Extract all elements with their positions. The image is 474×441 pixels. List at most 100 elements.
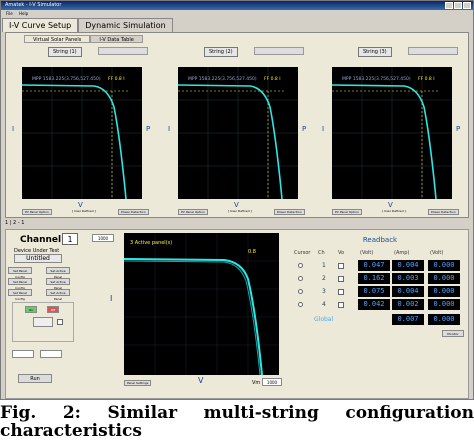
- voltage-readout-2: 0.000: [428, 299, 460, 310]
- dut-field[interactable]: Untitled: [14, 254, 62, 263]
- voltage-readout: 0.075: [358, 286, 390, 297]
- minimize-button[interactable]: [445, 2, 453, 9]
- channel-area: Channel 1 Device Under Test Untitled Set…: [5, 229, 469, 399]
- active-panels-label: 3 Active panel(s): [130, 240, 172, 246]
- global-label: Global: [314, 316, 334, 323]
- current-axis-label: I: [168, 125, 171, 133]
- user-defined-label: [ User Defined ]: [228, 209, 252, 213]
- header-cursor: Cursor: [294, 250, 311, 256]
- scale-field[interactable]: 1000: [92, 234, 114, 242]
- caption-word: configuration: [345, 403, 474, 423]
- lower-current-axis-label: I: [110, 294, 113, 303]
- caption-word: multi-string: [203, 403, 319, 423]
- power-detection-button[interactable]: Power Detection: [274, 209, 305, 215]
- voltage-readout-2: 0.000: [428, 273, 460, 284]
- string-controls[interactable]: [408, 47, 458, 55]
- combined-iv-plot: 3 Active panel(s) 0.8: [123, 233, 279, 376]
- set-panel-config-button[interactable]: Set Panel Config: [8, 267, 32, 279]
- pv-panel-option-button[interactable]: PV Panel Option: [332, 209, 362, 215]
- run-button[interactable]: Run: [18, 374, 52, 383]
- panel-pager[interactable]: 1 | 2 - 1: [5, 220, 24, 226]
- voltage-axis-label: V: [234, 201, 239, 209]
- combined-iv-chart: 3 Active panel(s) 0.8: [123, 233, 279, 376]
- channel-selector[interactable]: 1: [62, 233, 78, 245]
- vmax-label: Vm: [252, 380, 261, 386]
- channel-label: Channel: [20, 235, 62, 245]
- string-controls[interactable]: [98, 47, 148, 55]
- voltage-readout-2: 0.000: [428, 260, 460, 271]
- set-active-panel-button[interactable]: Set Active Panel: [46, 289, 70, 301]
- voltage-readout: 0.162: [358, 273, 390, 284]
- tab-iv-data-table[interactable]: I-V Data Table: [90, 35, 143, 43]
- protection-field-1[interactable]: [12, 350, 34, 358]
- string-controls[interactable]: [254, 47, 304, 55]
- tab-dynamic-simulation[interactable]: Dynamic Simulation: [78, 18, 173, 32]
- app-window: Amatek - I-V Simulator File Help I-V Cur…: [0, 0, 474, 400]
- output-off-button[interactable]: Off: [47, 306, 59, 313]
- caption-line-2: characteristics: [0, 421, 142, 441]
- string-panel-2: String (2) I P MPP 1583.225(3.756,527.45…: [164, 45, 314, 215]
- header-volt-2: (Volt): [430, 250, 444, 256]
- lower-voltage-axis-label: V: [198, 376, 204, 385]
- header-amp: (Amp): [394, 250, 410, 256]
- channel-index: 3: [322, 288, 326, 295]
- output-on-button[interactable]: On: [25, 306, 37, 313]
- channel-checkbox[interactable]: [338, 263, 344, 269]
- caption-word: Fig.: [0, 403, 37, 423]
- protection-field-2[interactable]: [40, 350, 62, 358]
- power-detection-button[interactable]: Power Detection: [118, 209, 149, 215]
- header-ch: Ch: [318, 250, 325, 256]
- current-axis-label: I: [12, 125, 15, 133]
- voltage-readout-2: 0.000: [428, 286, 460, 297]
- iv-chart: MPP 1583.225(3.756,527.450) FF 0.8 I: [177, 67, 298, 200]
- current-readout: 0.002: [392, 299, 424, 310]
- iv-curve: [177, 84, 283, 200]
- mpp-readout: MPP 1583.225(3.756,527.450): [188, 76, 257, 82]
- set-active-panel-button[interactable]: Set Active Panel: [46, 278, 70, 290]
- maximize-button[interactable]: [454, 2, 462, 9]
- iv-plot: MPP 1583.225(3.756,527.450) FF 0.8 I: [331, 67, 452, 200]
- iv-curve: [21, 84, 127, 200]
- menu-file[interactable]: File: [6, 11, 13, 16]
- monitor-button[interactable]: Monitor: [442, 330, 464, 337]
- power-axis-label: P: [146, 125, 151, 133]
- cursor-radio[interactable]: [298, 263, 303, 268]
- option-checkbox[interactable]: [57, 319, 63, 325]
- string-panel-3: String (3) I P MPP 1583.225(3.756,527.45…: [318, 45, 468, 215]
- string-label[interactable]: String (1): [48, 47, 82, 57]
- voltage-axis-label: V: [388, 201, 393, 209]
- cursor-radio[interactable]: [298, 276, 303, 281]
- cursor-radio[interactable]: [298, 289, 303, 294]
- tab-virtual-solar-panels[interactable]: Virtual Solar Panels: [24, 35, 91, 43]
- menu-help[interactable]: Help: [19, 11, 28, 16]
- channel-checkbox[interactable]: [338, 289, 344, 295]
- title-bar: Amatek - I-V Simulator: [1, 1, 473, 10]
- power-detection-button[interactable]: Power Detection: [428, 209, 459, 215]
- set-panel-config-button[interactable]: Set Panel Config: [8, 289, 32, 301]
- readback-row: 1 0.047 0.004 0.000: [292, 260, 468, 272]
- string-panel-1: String (1) I P MPP 1583.225(3.756,527.45…: [8, 45, 158, 215]
- sub-tabs: Virtual Solar Panels I-V Data Table: [24, 35, 143, 43]
- readback-global-row: Global 0.007 0.000: [292, 314, 468, 326]
- output-control-group: On Off: [12, 302, 74, 342]
- channel-index: 1: [322, 262, 326, 269]
- string-label[interactable]: String (2): [204, 47, 238, 57]
- channel-checkbox[interactable]: [338, 276, 344, 282]
- set-active-panel-button[interactable]: Set Active Panel: [46, 267, 70, 279]
- tab-iv-curve-setup[interactable]: I-V Curve Setup: [2, 18, 79, 32]
- panel-settings-button[interactable]: Panel Settings: [124, 380, 152, 386]
- pv-panel-option-button[interactable]: PV Panel Option: [178, 209, 208, 215]
- channel-checkbox[interactable]: [338, 302, 344, 308]
- string-label[interactable]: String (3): [358, 47, 392, 57]
- pv-panel-option-button[interactable]: PV Panel Option: [22, 209, 52, 215]
- iv-plot: MPP 1583.225(3.756,527.450) FF 0.8 I: [177, 67, 298, 200]
- set-panel-config-button[interactable]: Set Panel Config: [8, 278, 32, 290]
- combined-iv-curve-secondary: [123, 260, 261, 376]
- iv-plot: MPP 1583.225(3.756,527.450) FF 0.8 I: [21, 67, 142, 200]
- vmax-field[interactable]: 1000: [262, 378, 282, 386]
- close-button[interactable]: [463, 2, 471, 9]
- cursor-radio[interactable]: [298, 302, 303, 307]
- power-axis-label: P: [302, 125, 307, 133]
- option-toggle[interactable]: [33, 317, 53, 327]
- ff-readout: FF 0.8 I: [418, 76, 435, 82]
